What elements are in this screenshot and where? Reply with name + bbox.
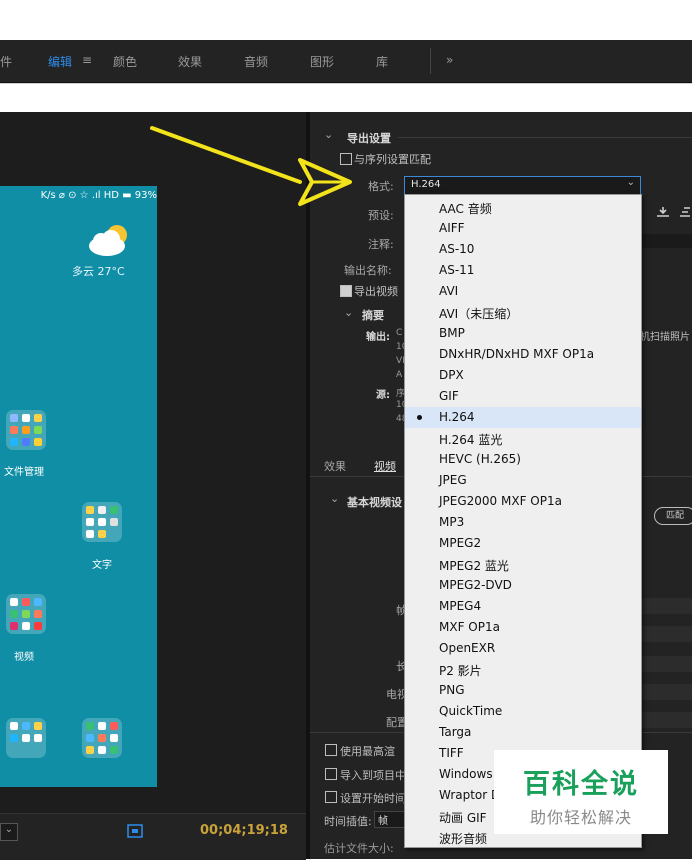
format-option[interactable]: HEVC (H.265) xyxy=(405,449,641,470)
preview-controls-bar: ⌄ 00;04;19;18 xyxy=(0,813,306,860)
app-folder-icon xyxy=(82,718,122,758)
timecode-display: 00;04;19;18 xyxy=(200,823,288,838)
tab-effects-settings[interactable]: 效果 xyxy=(324,458,346,474)
format-option[interactable]: AS-10 xyxy=(405,239,641,260)
import-preset-icon[interactable] xyxy=(678,206,692,218)
format-select[interactable]: H.264 ⌄ xyxy=(404,176,641,195)
format-option[interactable]: Targa xyxy=(405,722,641,743)
tab-audio[interactable]: 音频 xyxy=(244,53,268,70)
summary-title: 摘要 xyxy=(362,309,384,322)
tab-effects[interactable]: 效果 xyxy=(178,53,202,70)
export-video-label: 导出视频 xyxy=(354,285,398,298)
output-summary-overflow: 机扫描照片 xyxy=(640,332,690,343)
tab-color[interactable]: 颜色 xyxy=(113,53,137,70)
basic-video-chevron-icon[interactable]: ⌄ xyxy=(330,492,339,505)
format-option[interactable]: MP3 xyxy=(405,512,641,533)
output-summary-label: 输出: xyxy=(366,332,390,343)
app-folder-icon xyxy=(82,502,122,542)
format-option[interactable]: H.264 蓝光 xyxy=(405,428,641,449)
annotation-arrow-icon xyxy=(150,126,352,206)
weather-cloud-sun-icon xyxy=(89,225,127,256)
app-folder-icon xyxy=(6,594,46,634)
import-project-checkbox[interactable] xyxy=(325,768,337,780)
format-option[interactable]: OpenEXR xyxy=(405,638,641,659)
format-option[interactable]: GIF xyxy=(405,386,641,407)
format-option[interactable]: MXF OP1a xyxy=(405,617,641,638)
format-option[interactable]: MPEG2 蓝光 xyxy=(405,554,641,575)
frame-rate-field[interactable] xyxy=(640,626,692,642)
chevron-down-icon: ⌄ xyxy=(626,177,635,188)
format-option[interactable]: DPX xyxy=(405,365,641,386)
watermark-subtitle: 助你轻松解决 xyxy=(529,808,632,827)
app-label-video: 视频 xyxy=(14,652,34,663)
format-option[interactable]: QuickTime xyxy=(405,701,641,722)
export-video-checkbox[interactable] xyxy=(340,285,352,297)
format-option[interactable]: P2 影片 xyxy=(405,659,641,680)
tab-divider xyxy=(430,48,431,74)
format-option[interactable]: PNG xyxy=(405,680,641,701)
profile-field[interactable] xyxy=(640,712,692,728)
more-tabs-icon[interactable]: » xyxy=(446,53,453,67)
app-label-file-manager: 文件管理 xyxy=(4,467,44,478)
comments-input[interactable] xyxy=(640,234,692,248)
set-start-time-checkbox[interactable] xyxy=(325,791,337,803)
tab-menu-icon[interactable]: ≡ xyxy=(82,53,92,67)
output-summary-line: C xyxy=(396,328,403,338)
format-select-value: H.264 xyxy=(411,179,441,190)
format-option[interactable]: JPEG xyxy=(405,470,641,491)
format-option-selected[interactable]: H.264 xyxy=(405,407,641,428)
selected-dot-icon xyxy=(417,415,422,420)
fit-frame-icon[interactable] xyxy=(127,824,143,838)
tv-standard-field[interactable] xyxy=(640,684,692,700)
tab-video-settings[interactable]: 视频 xyxy=(374,458,396,474)
tab-edit[interactable]: 编辑 xyxy=(48,53,72,70)
phone-status-bar: K/s ⌀ ⊙ ☆ .ıl HD ▬ 93% xyxy=(40,190,157,201)
app-folder-icon xyxy=(6,410,46,450)
output-summary-line: A xyxy=(396,370,403,380)
format-option[interactable]: BMP xyxy=(405,323,641,344)
format-option[interactable]: AS-11 xyxy=(405,260,641,281)
tab-file-partial[interactable]: 件 xyxy=(0,53,12,70)
format-option[interactable]: DNxHR/DNxHD MXF OP1a xyxy=(405,344,641,365)
frame-size-field[interactable] xyxy=(640,598,692,614)
tab-libraries[interactable]: 库 xyxy=(376,53,388,70)
save-preset-icon[interactable] xyxy=(656,206,670,218)
format-option[interactable]: MPEG2 xyxy=(405,533,641,554)
tab-graphics[interactable]: 图形 xyxy=(310,53,334,70)
match-source-button[interactable]: 匹配 xyxy=(654,507,692,525)
section-rule xyxy=(398,137,692,138)
app-label-text: 文字 xyxy=(92,560,112,571)
source-summary-label: 源: xyxy=(376,390,390,401)
format-option[interactable]: AIFF xyxy=(405,218,641,239)
format-option[interactable]: MPEG2-DVD xyxy=(405,575,641,596)
max-render-checkbox[interactable] xyxy=(325,744,337,756)
max-render-label: 使用最高渲 xyxy=(340,745,395,758)
import-project-label: 导入到项目中 xyxy=(340,769,406,782)
summary-chevron-icon[interactable]: ⌄ xyxy=(344,306,353,319)
top-blank-area xyxy=(0,0,692,40)
basic-video-title: 基本视频设 xyxy=(347,496,402,509)
format-option[interactable]: AVI xyxy=(405,281,641,302)
time-interpolation-label: 时间插值: xyxy=(324,815,372,828)
aspect-field[interactable] xyxy=(640,656,692,672)
output-name-label: 输出名称: xyxy=(344,264,392,277)
watermark-title: 百科全说 xyxy=(523,769,639,800)
format-option[interactable]: AVI（未压缩） xyxy=(405,302,641,323)
workspace-tab-bar: 件 编辑 ≡ 颜色 效果 音频 图形 库 » xyxy=(0,40,692,83)
set-start-time-label: 设置开始时间 xyxy=(340,792,406,805)
format-option[interactable]: MPEG4 xyxy=(405,596,641,617)
format-option[interactable]: AAC 音频 xyxy=(405,197,641,218)
app-folder-icon xyxy=(6,718,46,758)
estimated-size-label: 估计文件大小: xyxy=(324,842,394,855)
format-option[interactable]: JPEG2000 MXF OP1a xyxy=(405,491,641,512)
comments-label: 注释: xyxy=(368,238,394,251)
weather-text: 多云 27°C xyxy=(72,265,125,278)
zoom-dropdown[interactable]: ⌄ xyxy=(0,823,18,841)
blank-strip xyxy=(0,83,692,113)
